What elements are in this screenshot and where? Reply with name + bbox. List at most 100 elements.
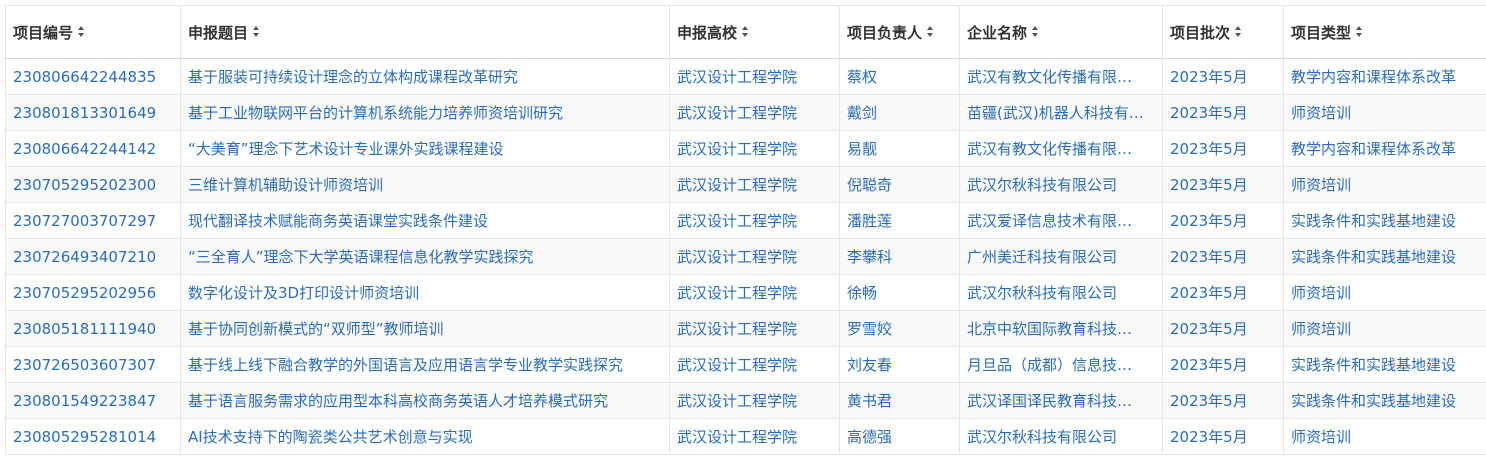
cell-link-company[interactable]: 北京中软国际教育科技… — [967, 320, 1132, 338]
cell-link-school[interactable]: 武汉设计工程学院 — [677, 68, 797, 86]
cell-link-school[interactable]: 武汉设计工程学院 — [677, 104, 797, 122]
cell-link-title[interactable]: 基于语言服务需求的应用型本科高校商务英语人才培养模式研究 — [188, 392, 608, 410]
cell-link-project-id[interactable]: 230705295202956 — [13, 284, 156, 302]
cell-link-leader[interactable]: 戴剑 — [847, 104, 877, 122]
cell-link-type[interactable]: 实践条件和实践基地建设 — [1291, 392, 1456, 410]
cell-link-batch[interactable]: 2023年5月 — [1170, 68, 1248, 86]
cell-link-company[interactable]: 武汉译国译民教育科技… — [967, 392, 1132, 410]
cell-link-leader[interactable]: 李攀科 — [847, 248, 892, 266]
cell-link-type[interactable]: 教学内容和课程体系改革 — [1291, 68, 1456, 86]
sort-icon[interactable] — [927, 26, 934, 38]
cell-link-batch[interactable]: 2023年5月 — [1170, 212, 1248, 230]
cell-link-company[interactable]: 苗疆(武汉)机器人科技有… — [967, 104, 1144, 122]
table-row[interactable]: 230805181111940 基于协同创新模式的“双师型”教师培训 武汉设计工程学… — [5, 310, 1486, 347]
table-row[interactable]: 230805295281014 AI技术支持下的陶瓷类公共艺术创意与实现 武汉设计工… — [5, 418, 1486, 455]
cell-link-project-id[interactable]: 230801549223847 — [13, 392, 156, 410]
cell-link-type[interactable]: 师资培训 — [1291, 320, 1351, 338]
cell-link-batch[interactable]: 2023年5月 — [1170, 104, 1248, 122]
column-header-project-id[interactable]: 项目编号 — [5, 5, 181, 59]
cell-link-batch[interactable]: 2023年5月 — [1170, 248, 1248, 266]
cell-link-project-id[interactable]: 230726493407210 — [13, 248, 156, 266]
cell-link-leader[interactable]: 刘友春 — [847, 356, 892, 374]
sort-icon[interactable] — [742, 26, 749, 38]
cell-link-title[interactable]: “三全育人”理念下大学英语课程信息化教学实践探究 — [188, 248, 534, 266]
cell-link-type[interactable]: 实践条件和实践基地建设 — [1291, 356, 1456, 374]
cell-link-batch[interactable]: 2023年5月 — [1170, 284, 1248, 302]
column-header-leader[interactable]: 项目负责人 — [839, 5, 960, 59]
cell-link-batch[interactable]: 2023年5月 — [1170, 356, 1248, 374]
sort-icon[interactable] — [1235, 26, 1242, 38]
cell-link-company[interactable]: 月旦品（成都）信息技… — [967, 356, 1132, 374]
cell-link-company[interactable]: 武汉有教文化传播有限… — [967, 68, 1132, 86]
cell-link-project-id[interactable]: 230801813301649 — [13, 104, 156, 122]
cell-link-school[interactable]: 武汉设计工程学院 — [677, 212, 797, 230]
table-row[interactable]: 230727003707297 现代翻译技术赋能商务英语课堂实践条件建设 武汉设计工… — [5, 202, 1486, 239]
table-row[interactable]: 230705295202300 三维计算机辅助设计师资培训 武汉设计工程学院 倪聪奇 武… — [5, 166, 1486, 203]
sort-icon[interactable] — [1356, 26, 1363, 38]
cell-link-leader[interactable]: 蔡权 — [847, 68, 877, 86]
cell-link-type[interactable]: 教学内容和课程体系改革 — [1291, 140, 1456, 158]
cell-link-title[interactable]: 数字化设计及3D打印设计师资培训 — [188, 284, 419, 302]
cell-link-batch[interactable]: 2023年5月 — [1170, 392, 1248, 410]
cell-link-leader[interactable]: 高德强 — [847, 428, 892, 446]
cell-link-title[interactable]: 三维计算机辅助设计师资培训 — [188, 176, 383, 194]
cell-link-project-id[interactable]: 230705295202300 — [13, 176, 156, 194]
cell-link-company[interactable]: 武汉尔秋科技有限公司 — [967, 284, 1117, 302]
cell-link-leader[interactable]: 徐畅 — [847, 284, 877, 302]
cell-link-leader[interactable]: 黄书君 — [847, 392, 892, 410]
cell-link-school[interactable]: 武汉设计工程学院 — [677, 428, 797, 446]
cell-link-batch[interactable]: 2023年5月 — [1170, 176, 1248, 194]
cell-link-title[interactable]: 基于协同创新模式的“双师型”教师培训 — [188, 320, 444, 338]
cell-link-school[interactable]: 武汉设计工程学院 — [677, 320, 797, 338]
cell-link-company[interactable]: 武汉有教文化传播有限… — [967, 140, 1132, 158]
cell-link-school[interactable]: 武汉设计工程学院 — [677, 356, 797, 374]
cell-link-type[interactable]: 师资培训 — [1291, 176, 1351, 194]
cell-link-title[interactable]: 基于线上线下融合教学的外国语言及应用语言学专业教学实践探究 — [188, 356, 623, 374]
sort-icon[interactable] — [253, 26, 260, 38]
table-row[interactable]: 230726493407210 “三全育人”理念下大学英语课程信息化教学实践探究 武… — [5, 238, 1486, 275]
column-header-title[interactable]: 申报题目 — [180, 5, 670, 59]
cell-link-batch[interactable]: 2023年5月 — [1170, 320, 1248, 338]
cell-link-project-id[interactable]: 230806642244835 — [13, 68, 156, 86]
cell-link-leader[interactable]: 易靓 — [847, 140, 877, 158]
table-row[interactable]: 230801813301649 基于工业物联网平台的计算机系统能力培养师资培训研究… — [5, 94, 1486, 131]
column-header-type[interactable]: 项目类型 — [1283, 5, 1486, 59]
cell-link-title[interactable]: AI技术支持下的陶瓷类公共艺术创意与实现 — [188, 428, 473, 446]
cell-link-title[interactable]: “大美育”理念下艺术设计专业课外实践课程建设 — [188, 140, 504, 158]
column-header-batch[interactable]: 项目批次 — [1162, 5, 1284, 59]
cell-link-leader[interactable]: 罗雪姣 — [847, 320, 892, 338]
sort-icon[interactable] — [1032, 26, 1039, 38]
cell-link-batch[interactable]: 2023年5月 — [1170, 140, 1248, 158]
cell-link-school[interactable]: 武汉设计工程学院 — [677, 284, 797, 302]
cell-link-company[interactable]: 广州美迁科技有限公司 — [967, 248, 1117, 266]
table-row[interactable]: 230705295202956 数字化设计及3D打印设计师资培训 武汉设计工程学院 徐… — [5, 274, 1486, 311]
cell-link-type[interactable]: 实践条件和实践基地建设 — [1291, 212, 1456, 230]
cell-link-project-id[interactable]: 230805181111940 — [13, 320, 156, 338]
cell-link-school[interactable]: 武汉设计工程学院 — [677, 176, 797, 194]
column-header-company[interactable]: 企业名称 — [959, 5, 1163, 59]
cell-link-type[interactable]: 师资培训 — [1291, 428, 1351, 446]
cell-link-school[interactable]: 武汉设计工程学院 — [677, 248, 797, 266]
cell-link-type[interactable]: 实践条件和实践基地建设 — [1291, 248, 1456, 266]
cell-link-company[interactable]: 武汉爱译信息技术有限… — [967, 212, 1132, 230]
cell-link-leader[interactable]: 倪聪奇 — [847, 176, 892, 194]
cell-link-project-id[interactable]: 230806642244142 — [13, 140, 156, 158]
cell-link-leader[interactable]: 潘胜莲 — [847, 212, 892, 230]
cell-link-title[interactable]: 基于服装可持续设计理念的立体构成课程改革研究 — [188, 68, 518, 86]
cell-link-project-id[interactable]: 230726503607307 — [13, 356, 156, 374]
cell-link-title[interactable]: 基于工业物联网平台的计算机系统能力培养师资培训研究 — [188, 104, 563, 122]
table-row[interactable]: 230806642244835 基于服装可持续设计理念的立体构成课程改革研究 武汉设… — [5, 58, 1486, 95]
table-row[interactable]: 230806642244142 “大美育”理念下艺术设计专业课外实践课程建设 武汉设… — [5, 130, 1486, 167]
table-row[interactable]: 230726503607307 基于线上线下融合教学的外国语言及应用语言学专业教学… — [5, 346, 1486, 383]
cell-link-project-id[interactable]: 230805295281014 — [13, 428, 156, 446]
cell-link-type[interactable]: 师资培训 — [1291, 284, 1351, 302]
column-header-school[interactable]: 申报高校 — [669, 5, 840, 59]
sort-icon[interactable] — [78, 26, 85, 38]
cell-link-title[interactable]: 现代翻译技术赋能商务英语课堂实践条件建设 — [188, 212, 488, 230]
table-row[interactable]: 230801549223847 基于语言服务需求的应用型本科高校商务英语人才培养模… — [5, 382, 1486, 419]
cell-link-company[interactable]: 武汉尔秋科技有限公司 — [967, 176, 1117, 194]
cell-link-type[interactable]: 师资培训 — [1291, 104, 1351, 122]
cell-link-project-id[interactable]: 230727003707297 — [13, 212, 156, 230]
cell-link-company[interactable]: 武汉尔秋科技有限公司 — [967, 428, 1117, 446]
cell-link-school[interactable]: 武汉设计工程学院 — [677, 392, 797, 410]
